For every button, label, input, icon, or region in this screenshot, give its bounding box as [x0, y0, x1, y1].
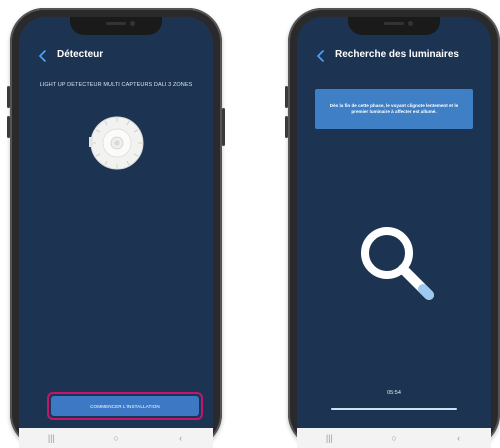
detector-image [89, 115, 145, 176]
android-nav-bar: ||| ○ ‹ [19, 428, 213, 448]
chevron-left-icon[interactable] [33, 47, 51, 65]
app-header: Détecteur [19, 47, 213, 65]
countdown-timer: 05:54 [387, 390, 401, 396]
recents-icon[interactable]: ||| [41, 431, 61, 445]
notch [70, 17, 162, 35]
magnifier-icon [349, 217, 445, 318]
chevron-left-icon[interactable] [311, 47, 329, 65]
back-nav-icon[interactable]: ‹ [171, 431, 191, 445]
info-message: Dès la fin de cette phase, le voyant cli… [315, 89, 473, 129]
notch [348, 17, 440, 35]
start-installation-button-highlight: COMMENCER L'INSTALLATION [47, 392, 203, 420]
app-header: Recherche des luminaires [297, 47, 491, 65]
android-nav-bar: ||| ○ ‹ [297, 428, 491, 448]
volume-button [285, 86, 288, 108]
screen-search-luminaires: Recherche des luminaires Dès la fin de c… [297, 17, 491, 448]
screen-detector: Détecteur LIGHT UP DETECTEUR MULTI CAPTE… [19, 17, 213, 448]
volume-button [285, 116, 288, 138]
product-name: LIGHT UP DETECTEUR MULTI CAPTEURS DALI 3… [39, 82, 193, 88]
page-title: Détecteur [57, 49, 104, 60]
progress-bar [331, 408, 457, 410]
volume-button [7, 116, 10, 138]
back-nav-icon[interactable]: ‹ [449, 431, 469, 445]
start-installation-button[interactable]: COMMENCER L'INSTALLATION [51, 396, 199, 416]
home-icon[interactable]: ○ [384, 431, 404, 445]
phone-frame-left: Détecteur LIGHT UP DETECTEUR MULTI CAPTE… [7, 8, 225, 448]
progress-fill [331, 408, 457, 410]
volume-button [7, 86, 10, 108]
home-icon[interactable]: ○ [106, 431, 126, 445]
power-button [222, 108, 225, 146]
recents-icon[interactable]: ||| [319, 431, 339, 445]
page-title: Recherche des luminaires [335, 49, 459, 60]
phone-frame-right: Recherche des luminaires Dès la fin de c… [285, 8, 500, 448]
